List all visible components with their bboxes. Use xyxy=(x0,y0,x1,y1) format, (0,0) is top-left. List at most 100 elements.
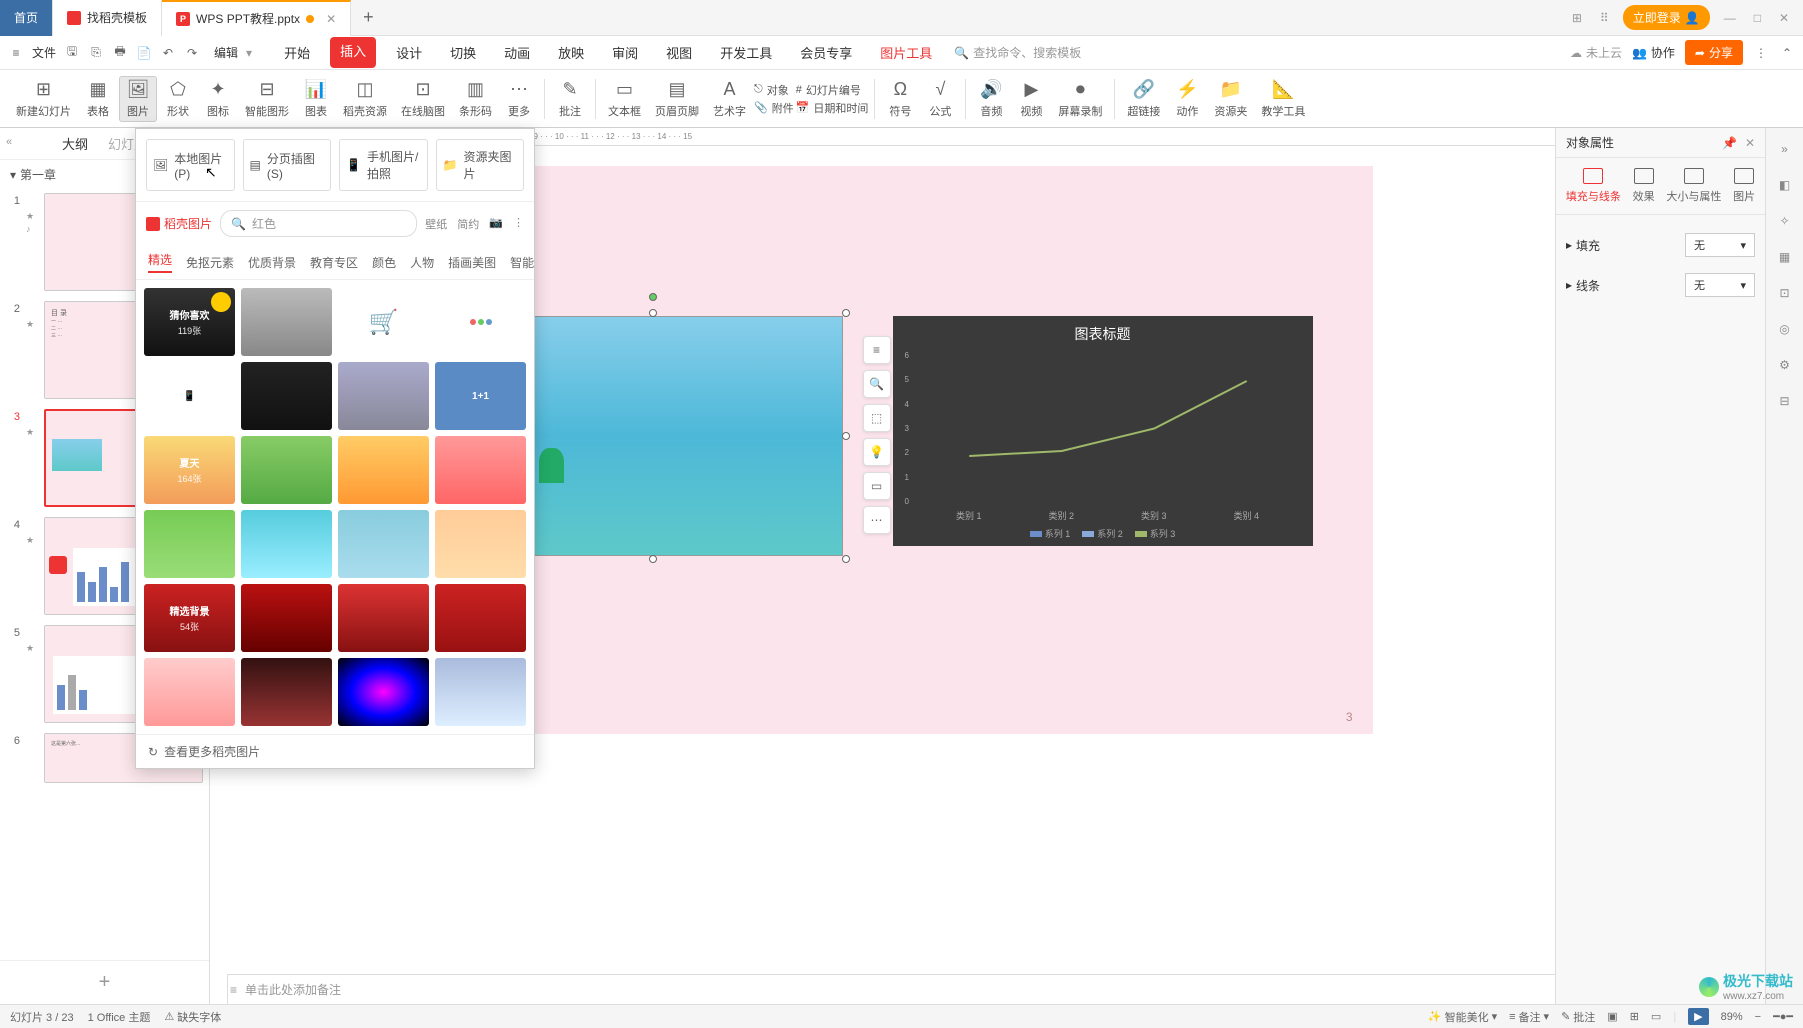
cat-color[interactable]: 颜色 xyxy=(372,254,396,271)
tab-document-active[interactable]: P WPS PPT教程.pptx ✕ xyxy=(162,0,351,36)
tag-simple[interactable]: 简约 xyxy=(457,216,479,232)
pin-icon[interactable]: 📌 xyxy=(1722,136,1737,150)
add-slide-button[interactable]: + xyxy=(0,960,209,1004)
print-preview-icon[interactable]: 📄 xyxy=(136,45,152,61)
barcode-button[interactable]: ▥条形码 xyxy=(453,77,498,121)
tag-wallpaper[interactable]: 壁纸 xyxy=(425,216,447,232)
object-button[interactable]: ⎋对象 xyxy=(754,82,794,98)
line-select[interactable]: 无▾ xyxy=(1685,273,1755,297)
view-sorter-icon[interactable]: ⊞ xyxy=(1630,1010,1639,1023)
ribbon-tab-review[interactable]: 审阅 xyxy=(604,37,646,68)
image-thumb[interactable]: 🛒 xyxy=(338,288,429,356)
cat-edu[interactable]: 教育专区 xyxy=(310,254,358,271)
paged-insert-button[interactable]: ▤分页插图(S) xyxy=(243,139,332,191)
mindmap-button[interactable]: ⊡在线脑图 xyxy=(395,77,451,121)
local-image-button[interactable]: 🖼本地图片(P) xyxy=(146,139,235,191)
more-dots-icon[interactable]: ⋮ xyxy=(513,216,524,232)
rtb-more-icon[interactable]: ⊟ xyxy=(1774,390,1796,412)
theme-indicator[interactable]: 1 Office 主题 xyxy=(88,1009,151,1025)
comment-button[interactable]: ✎批注 xyxy=(551,77,589,121)
close-window-icon[interactable]: ✕ xyxy=(1775,7,1793,29)
cat-cutout[interactable]: 免抠元素 xyxy=(186,254,234,271)
cloud-status[interactable]: ☁未上云 xyxy=(1570,44,1622,61)
image-thumb[interactable]: 1+1 xyxy=(435,362,526,430)
textbox-button[interactable]: ▭文本框 xyxy=(602,77,647,121)
rtb-transition-icon[interactable]: ▦ xyxy=(1774,246,1796,268)
edit-menu[interactable]: 编辑 xyxy=(214,44,238,61)
zoom-out-icon[interactable]: − xyxy=(1755,1011,1761,1023)
chevron-right-icon[interactable]: ▸ xyxy=(1566,278,1572,292)
ribbon-tab-view[interactable]: 视图 xyxy=(658,37,700,68)
file-menu[interactable]: 文件 xyxy=(32,44,56,61)
more-float-button[interactable]: ⋯ xyxy=(863,506,891,534)
image-thumb[interactable] xyxy=(338,510,429,578)
zoom-slider[interactable]: ━●━ xyxy=(1773,1010,1793,1023)
image-thumb[interactable] xyxy=(435,288,526,356)
ribbon-tab-slideshow[interactable]: 放映 xyxy=(550,37,592,68)
notes-pane[interactable]: ≡ 单击此处添加备注 xyxy=(210,974,1555,1004)
redo-icon[interactable]: ↷ xyxy=(184,45,200,61)
collapse-ribbon-icon[interactable]: ⌃ xyxy=(1779,45,1795,61)
datetime-button[interactable]: 📅日期和时间 xyxy=(796,100,869,116)
image-group-summer[interactable]: 夏天164张 xyxy=(144,436,235,504)
props-tab-picture[interactable]: 图片 xyxy=(1729,164,1759,208)
more-icon[interactable]: ⋮ xyxy=(1753,45,1769,61)
undo-icon[interactable]: ↶ xyxy=(160,45,176,61)
image-thumb[interactable] xyxy=(144,510,235,578)
view-reading-icon[interactable]: ▭ xyxy=(1651,1010,1661,1023)
header-footer-button[interactable]: ▤页眉页脚 xyxy=(649,77,705,121)
slidenum-button[interactable]: #幻灯片编号 xyxy=(796,82,869,98)
chevron-right-icon[interactable]: ▸ xyxy=(1566,238,1572,252)
props-tab-effects[interactable]: 效果 xyxy=(1629,164,1659,208)
image-thumb[interactable] xyxy=(338,584,429,652)
props-tab-size[interactable]: 大小与属性 xyxy=(1662,164,1725,208)
image-thumb[interactable] xyxy=(435,584,526,652)
shapes-button[interactable]: ⬠形状 xyxy=(159,77,197,121)
ribbon-tab-transition[interactable]: 切换 xyxy=(442,37,484,68)
cat-featured[interactable]: 精选 xyxy=(148,251,172,273)
close-icon[interactable]: ✕ xyxy=(326,12,336,26)
image-thumb[interactable] xyxy=(338,436,429,504)
apps-icon[interactable]: ⠿ xyxy=(1596,7,1613,29)
screenrec-button[interactable]: ⏺屏幕录制 xyxy=(1052,77,1108,121)
image-thumb[interactable] xyxy=(241,658,332,726)
docell-resource-button[interactable]: ◫稻壳资源 xyxy=(337,77,393,121)
image-thumb[interactable] xyxy=(338,362,429,430)
rtb-settings-icon[interactable]: ⚙ xyxy=(1774,354,1796,376)
icons-button[interactable]: ✦图标 xyxy=(199,77,237,121)
equation-button[interactable]: √公式 xyxy=(921,77,959,121)
attach-button[interactable]: 📎附件 xyxy=(754,100,794,116)
save-as-icon[interactable]: ⎘ xyxy=(88,45,104,61)
picture-button[interactable]: 🖼图片 xyxy=(119,76,157,122)
save-icon[interactable]: 🖫 xyxy=(64,45,80,61)
image-thumb[interactable] xyxy=(338,658,429,726)
rtb-anim-icon[interactable]: ✧ xyxy=(1774,210,1796,232)
teaching-tools-button[interactable]: 📐教学工具 xyxy=(1255,77,1311,121)
image-group-bg[interactable]: 精选背景54张 xyxy=(144,584,235,652)
new-tab-button[interactable]: + xyxy=(351,7,386,28)
cat-bg[interactable]: 优质背景 xyxy=(248,254,296,271)
layer-button[interactable]: ≡ xyxy=(863,336,891,364)
cat-people[interactable]: 人物 xyxy=(410,254,434,271)
ribbon-tab-insert[interactable]: 插入 xyxy=(330,37,376,68)
audio-button[interactable]: 🔊音频 xyxy=(972,77,1010,121)
image-thumb[interactable] xyxy=(241,436,332,504)
cat-illust[interactable]: 插画美图 xyxy=(448,254,496,271)
action-button[interactable]: ⚡动作 xyxy=(1168,77,1206,121)
image-thumb[interactable] xyxy=(241,584,332,652)
command-search[interactable]: 🔍 查找命令、搜索模板 xyxy=(954,44,1081,61)
idea-button[interactable]: 💡 xyxy=(863,438,891,466)
minimize-icon[interactable]: — xyxy=(1720,7,1740,29)
cat-smart[interactable]: 智能 xyxy=(510,254,534,271)
cooperate-button[interactable]: 👥协作 xyxy=(1632,44,1675,61)
rtb-target-icon[interactable]: ◎ xyxy=(1774,318,1796,340)
image-thumb[interactable] xyxy=(241,362,332,430)
collapse-panel-icon[interactable]: « xyxy=(6,136,12,148)
ribbon-tab-start[interactable]: 开始 xyxy=(276,37,318,68)
layout-icon[interactable]: ⊞ xyxy=(1568,7,1586,29)
resource-folder-button[interactable]: 📁资源夹 xyxy=(1208,77,1253,121)
image-thumb[interactable] xyxy=(435,510,526,578)
close-props-icon[interactable]: ✕ xyxy=(1745,136,1755,150)
outline-tab[interactable]: 大纲 xyxy=(62,134,88,153)
embedded-chart[interactable]: 图表标题 6543210 类别 1类别 2类别 3类别 4 系列 1系列 2系列… xyxy=(893,316,1313,546)
